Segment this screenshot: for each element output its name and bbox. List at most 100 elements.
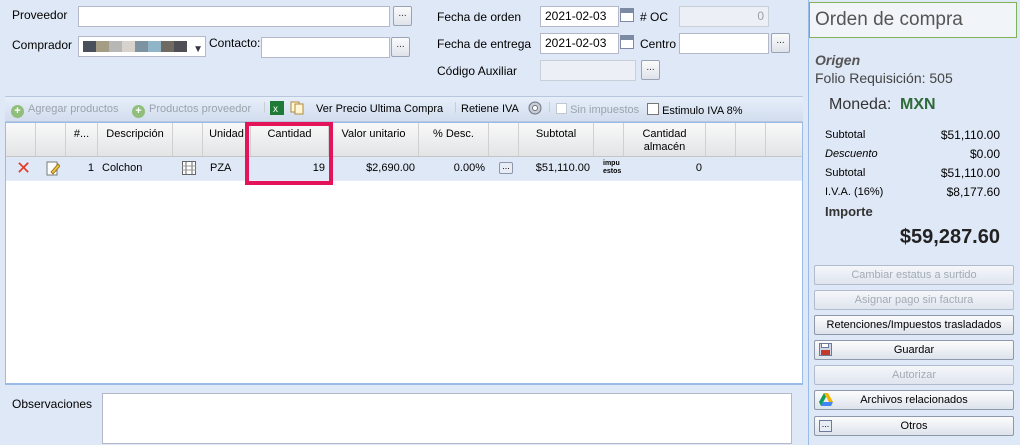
moneda-label: Moneda:	[829, 96, 892, 113]
header-tax-col	[594, 123, 624, 156]
header-desc[interactable]: % Desc.	[419, 123, 489, 156]
importe-value: $59,287.60	[899, 226, 1000, 248]
proveedor-lookup-button[interactable]: ...	[393, 6, 412, 26]
proveedor-label: Proveedor	[12, 8, 68, 22]
gear-icon[interactable]	[527, 100, 543, 119]
fecha-orden-input[interactable]: 2021-02-03	[540, 6, 619, 27]
calendar-icon[interactable]	[620, 35, 634, 49]
retenciones-button[interactable]: Retenciones/Impuestos trasladados	[814, 315, 1014, 335]
more-icon: ...	[819, 420, 832, 432]
importe-label: Importe	[825, 204, 873, 219]
chevron-down-icon[interactable]: ▼	[193, 40, 203, 59]
summary-subtotal-value: $51,110.00	[940, 128, 1000, 142]
header-icon-col	[173, 123, 203, 156]
cantidad-highlight-box	[245, 122, 333, 185]
proveedor-input[interactable]	[78, 6, 390, 27]
summary-subtotal2-label: Subtotal	[825, 167, 866, 179]
header-num[interactable]: #...	[66, 123, 98, 156]
discount-options-button[interactable]: ...	[495, 157, 513, 180]
origen-label: Origen	[815, 52, 861, 68]
estimulo-iva-checkbox[interactable]: Estimulo IVA 8%	[647, 103, 743, 117]
header-valor-unitario[interactable]: Valor unitario	[329, 123, 419, 156]
summary-subtotal-label: Subtotal	[825, 129, 866, 141]
cell-descripcion: Colchon	[102, 162, 143, 174]
comprador-value-redacted	[83, 41, 187, 52]
toolbar-separator: |	[548, 101, 551, 113]
header-edit-col	[36, 123, 66, 156]
centro-label: Centro	[640, 37, 677, 51]
svg-text:x: x	[273, 104, 278, 115]
archivos-label: Archivos relacionados	[860, 394, 968, 406]
calendar-icon[interactable]	[620, 8, 634, 22]
products-grid: #... Descripción Unidad Cantidad Valor u…	[5, 122, 803, 384]
header-descripcion[interactable]: Descripción	[98, 123, 173, 156]
checkbox-icon	[556, 103, 567, 114]
archivos-button[interactable]: Archivos relacionados	[814, 390, 1014, 410]
folio-requisicion: Folio Requisición: 505	[815, 70, 953, 86]
supplier-products-button[interactable]: + Productos proveedor	[132, 103, 251, 118]
header-extra-col	[706, 123, 736, 156]
header-desc-btn-col	[489, 123, 519, 156]
moneda-value: MXN	[900, 96, 936, 113]
header-subtotal[interactable]: Subtotal	[519, 123, 594, 156]
otros-label: Otros	[900, 420, 928, 432]
cell-valor-unitario[interactable]: $2,690.00	[329, 157, 419, 180]
last-price-button[interactable]: Ver Precio Ultima Compra	[316, 103, 443, 115]
summary-descuento-label: Descuento	[825, 148, 878, 160]
oc-input: 0	[679, 6, 769, 27]
autorizar-button[interactable]: Autorizar	[814, 365, 1014, 385]
fecha-entrega-input[interactable]: 2021-02-03	[540, 33, 619, 54]
contacto-input[interactable]	[261, 37, 390, 58]
floppy-save-icon	[819, 343, 832, 362]
supplier-products-label: Productos proveedor	[149, 103, 252, 115]
comprador-label: Comprador	[12, 38, 73, 52]
header-cantidad-almacen[interactable]: Cantidad almacén	[624, 123, 706, 156]
retain-iva-button[interactable]: Retiene IVA	[461, 103, 519, 115]
drive-icon	[819, 393, 833, 412]
delete-icon[interactable]: ✕	[12, 157, 36, 180]
cell-cantidad-almacen: 0	[695, 162, 702, 174]
codigo-aux-label: Código Auxiliar	[437, 64, 518, 78]
contacto-lookup-button[interactable]: ...	[391, 37, 410, 57]
observaciones-label: Observaciones	[12, 397, 93, 411]
observaciones-textarea[interactable]	[102, 393, 792, 444]
cell-desc[interactable]: 0.00%	[419, 157, 489, 180]
product-detail-icon[interactable]	[178, 157, 198, 180]
copy-icon[interactable]	[290, 101, 305, 118]
summary-descuento-value: $0.00	[969, 147, 1000, 161]
header-extra-col	[736, 123, 766, 156]
excel-icon[interactable]: x	[270, 101, 284, 118]
summary-subtotal2-value: $51,110.00	[940, 166, 1000, 180]
codigo-aux-input	[540, 60, 636, 81]
cambiar-estatus-button[interactable]: Cambiar estatus a surtido	[814, 265, 1014, 285]
plus-icon: +	[11, 105, 24, 118]
table-row[interactable]: ✕ 1 Colchon PZA 19 $2,690.00 0.00% ... $…	[6, 157, 802, 181]
grid-header: #... Descripción Unidad Cantidad Valor u…	[6, 123, 802, 157]
cell-num: 1	[87, 162, 94, 174]
asignar-pago-button[interactable]: Asignar pago sin factura	[814, 290, 1014, 310]
comprador-select[interactable]: ▼	[78, 36, 206, 57]
header-unidad[interactable]: Unidad	[203, 123, 251, 156]
plus-icon: +	[132, 105, 145, 118]
codigo-aux-lookup-button[interactable]: ...	[641, 60, 660, 80]
oc-label: # OC	[640, 10, 669, 24]
centro-input[interactable]	[679, 33, 769, 54]
panel-title: Orden de compra	[809, 2, 1017, 38]
cell-subtotal: $51,110.00	[535, 162, 590, 174]
toolbar-separator: |	[263, 101, 266, 113]
guardar-button[interactable]: Guardar	[814, 340, 1014, 360]
add-products-button[interactable]: + Agregar productos	[11, 103, 119, 118]
centro-lookup-button[interactable]: ...	[771, 33, 790, 53]
cell-impuestos[interactable]: impu estos	[599, 157, 623, 180]
edit-icon[interactable]	[42, 157, 66, 180]
guardar-label: Guardar	[893, 344, 935, 356]
products-toolbar: + Agregar productos + Productos proveedor …	[5, 96, 803, 122]
sin-impuestos-label: Sin impuestos	[570, 104, 640, 116]
sin-impuestos-checkbox[interactable]: Sin impuestos	[556, 103, 639, 116]
toolbar-separator: |	[454, 101, 457, 113]
fecha-entrega-label: Fecha de entrega	[437, 37, 532, 51]
observaciones-panel: Observaciones	[5, 384, 803, 445]
otros-button[interactable]: ... Otros	[814, 416, 1014, 436]
contacto-label: Contacto:	[209, 36, 261, 50]
fecha-orden-label: Fecha de orden	[437, 10, 522, 24]
